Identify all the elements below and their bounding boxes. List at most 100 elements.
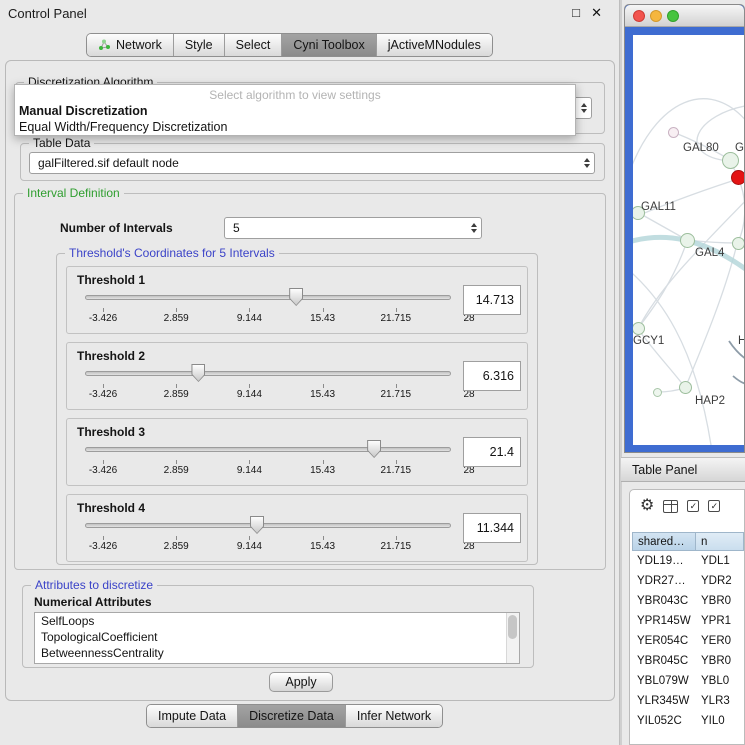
- scale-label: 2.859: [164, 389, 189, 400]
- tab-label: Infer Network: [357, 709, 431, 723]
- threshold-4-slider[interactable]: -3.4262.8599.14415.4321.71528: [85, 495, 451, 563]
- panel-splitter[interactable]: [619, 0, 622, 745]
- tab-style[interactable]: Style: [173, 34, 224, 56]
- numerical-attributes-label: Numerical Attributes: [34, 595, 152, 609]
- attribute-item[interactable]: BetweennessCentrality: [35, 645, 519, 661]
- table-panel-header[interactable]: Table Panel: [621, 457, 745, 482]
- threshold-4-value-field[interactable]: 11.344: [463, 513, 521, 543]
- table-data-select[interactable]: galFiltered.sif default node: [29, 152, 595, 174]
- number-of-intervals-label: Number of Intervals: [60, 221, 173, 235]
- scale-label: 15.43: [310, 389, 335, 400]
- slider-handle[interactable]: [289, 288, 303, 306]
- network-node[interactable]: [633, 322, 645, 335]
- tab-label: Impute Data: [158, 709, 226, 723]
- network-node[interactable]: [680, 233, 695, 248]
- network-canvas[interactable]: GAL80GAGAL11GAL4GCY1HHAP2: [633, 35, 745, 445]
- dropdown-hint: Select algorithm to view settings: [15, 87, 575, 103]
- application-window: Control Panel □ ✕ Network Style Select C…: [0, 0, 745, 745]
- node-label: GAL11: [641, 201, 676, 213]
- network-node[interactable]: [668, 127, 679, 138]
- network-node[interactable]: [731, 170, 745, 185]
- gear-icon[interactable]: ⚙: [640, 498, 654, 514]
- slider-handle[interactable]: [250, 516, 264, 534]
- table-panel: ⚙ ✓ ✓ shared… n YDL19…YDL1YDR27…YDR2YBR0…: [629, 489, 745, 745]
- dropdown-item-manual-discretization[interactable]: Manual Discretization: [15, 103, 575, 119]
- threshold-1-value-field[interactable]: 14.713: [463, 285, 521, 315]
- threshold-1-slider[interactable]: -3.4262.8599.14415.4321.71528: [85, 267, 451, 335]
- numerical-attributes-list[interactable]: SelfLoopsTopologicalCoefficientBetweenne…: [34, 612, 520, 664]
- slider-track[interactable]: [85, 447, 451, 452]
- table-row[interactable]: YDL19…YDL1: [632, 551, 744, 571]
- intervals-spinner[interactable]: 5: [224, 217, 482, 239]
- show-selected-checkbox-icon[interactable]: ✓: [708, 500, 720, 512]
- tab-infer-network[interactable]: Infer Network: [345, 705, 442, 727]
- threshold-3-value-field[interactable]: 21.4: [463, 437, 521, 467]
- attribute-item[interactable]: SelfLoops: [35, 613, 519, 629]
- tick-mark: [176, 308, 177, 312]
- table-row[interactable]: YDR27…YDR2: [632, 571, 744, 591]
- scale-label: -3.426: [89, 541, 117, 552]
- tick-mark: [176, 384, 177, 388]
- slider-track[interactable]: [85, 523, 451, 528]
- tick-mark: [396, 460, 397, 464]
- table-row[interactable]: YIL052CYIL0: [632, 711, 744, 731]
- cell-name: YER0: [696, 631, 744, 651]
- control-panel-titlebar: Control Panel □ ✕: [0, 0, 620, 26]
- network-window-titlebar[interactable]: [625, 5, 744, 27]
- threshold-2-value-field[interactable]: 6.316: [463, 361, 521, 391]
- scale-label: 21.715: [381, 313, 412, 324]
- tab-discretize-data[interactable]: Discretize Data: [237, 705, 345, 727]
- columns-icon[interactable]: [663, 500, 678, 513]
- minimize-button[interactable]: [650, 10, 662, 22]
- table-row[interactable]: YBR045CYBR0: [632, 651, 744, 671]
- scale-label: 2.859: [164, 313, 189, 324]
- node-table: shared… n YDL19…YDL1YDR27…YDR2YBR043CYBR…: [632, 532, 744, 731]
- spinner-arrows-icon: [471, 223, 477, 233]
- scale-label: 2.859: [164, 541, 189, 552]
- dropdown-item-equal-width-frequency[interactable]: Equal Width/Frequency Discretization: [15, 119, 575, 135]
- network-window: GAL80GAGAL11GAL4GCY1HHAP2: [624, 4, 745, 453]
- close-button[interactable]: [633, 10, 645, 22]
- cell-name: YBR0: [696, 651, 744, 671]
- bottom-tab-bar: Impute Data Discretize Data Infer Networ…: [146, 704, 443, 728]
- panel-title: Control Panel: [8, 6, 87, 21]
- tab-jactivemnodules[interactable]: jActiveMNodules: [376, 34, 492, 56]
- cell-shared-name: YDL19…: [632, 551, 696, 571]
- network-node[interactable]: [722, 152, 739, 169]
- table-row[interactable]: YBL079WYBL0: [632, 671, 744, 691]
- scale-label: 15.43: [310, 465, 335, 476]
- float-window-icon[interactable]: □: [572, 5, 580, 20]
- network-node[interactable]: [679, 381, 692, 394]
- table-row[interactable]: YLR345WYLR3: [632, 691, 744, 711]
- table-row[interactable]: YPR145WYPR1: [632, 611, 744, 631]
- slider-track[interactable]: [85, 371, 451, 376]
- network-node[interactable]: [732, 237, 745, 250]
- threshold-3-slider[interactable]: -3.4262.8599.14415.4321.71528: [85, 419, 451, 487]
- slider-track[interactable]: [85, 295, 451, 300]
- slider-handle[interactable]: [367, 440, 381, 458]
- zoom-button[interactable]: [667, 10, 679, 22]
- column-header-name[interactable]: n: [696, 532, 744, 551]
- scale-label: 21.715: [381, 389, 412, 400]
- tick-mark: [249, 460, 250, 464]
- table-row[interactable]: YER054CYER0: [632, 631, 744, 651]
- tab-network[interactable]: Network: [87, 34, 173, 56]
- close-window-icon[interactable]: ✕: [591, 5, 602, 21]
- scrollbar-thumb[interactable]: [508, 615, 517, 639]
- select-all-checkbox-icon[interactable]: ✓: [687, 500, 699, 512]
- tab-label: jActiveMNodules: [388, 38, 481, 52]
- tab-cyni-toolbox[interactable]: Cyni Toolbox: [281, 34, 375, 56]
- attribute-item[interactable]: TopologicalCoefficient: [35, 629, 519, 645]
- tab-impute-data[interactable]: Impute Data: [147, 705, 237, 727]
- cell-shared-name: YBR043C: [632, 591, 696, 611]
- table-row[interactable]: YBR043CYBR0: [632, 591, 744, 611]
- network-node[interactable]: [653, 388, 662, 397]
- apply-button[interactable]: Apply: [269, 672, 333, 692]
- column-header-shared-name[interactable]: shared…: [632, 532, 696, 551]
- scale-label: 2.859: [164, 465, 189, 476]
- table-body: YDL19…YDL1YDR27…YDR2YBR043CYBR0YPR145WYP…: [632, 551, 744, 731]
- threshold-2-slider[interactable]: -3.4262.8599.14415.4321.71528: [85, 343, 451, 411]
- tab-select[interactable]: Select: [224, 34, 282, 56]
- list-scrollbar[interactable]: [506, 613, 519, 663]
- slider-handle[interactable]: [191, 364, 205, 382]
